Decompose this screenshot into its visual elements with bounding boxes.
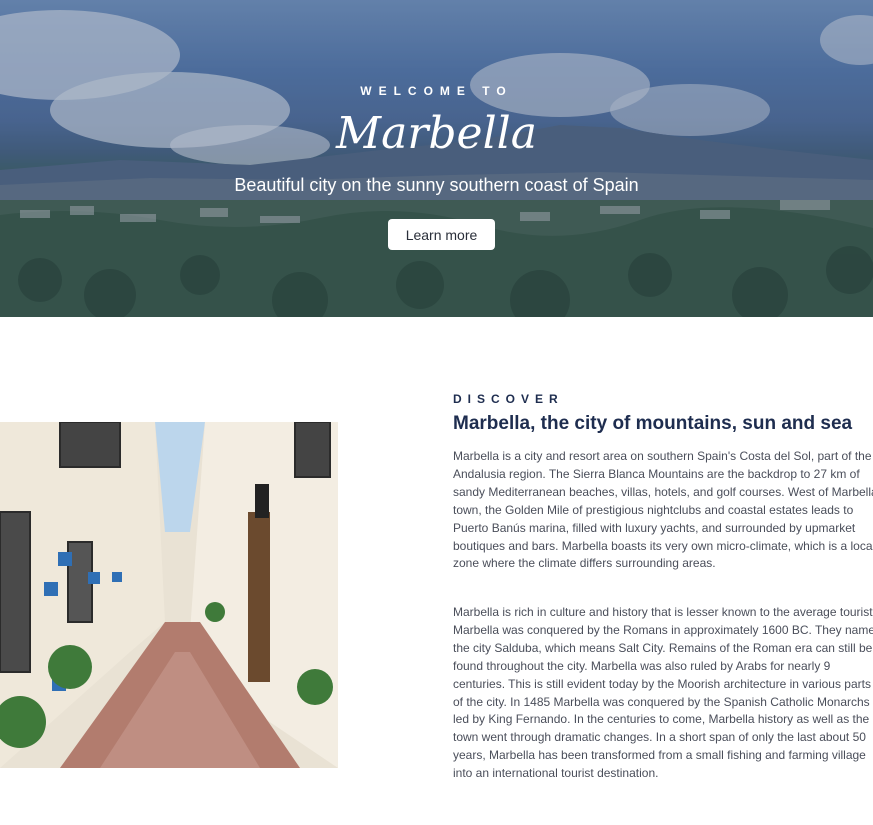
history-paragraph: Marbella is rich in culture and history … <box>453 605 873 781</box>
section-eyebrow: DISCOVER <box>453 392 564 406</box>
intro-paragraph: Marbella is a city and resort area on so… <box>453 449 873 571</box>
learn-more-button[interactable]: Learn more <box>388 219 495 250</box>
marbella-street-image <box>0 422 338 768</box>
street-photo <box>0 422 338 768</box>
hero-subtitle: Beautiful city on the sunny southern coa… <box>234 175 639 195</box>
hero-title: Marbella <box>336 108 537 159</box>
hero-eyebrow: WELCOME TO <box>360 84 513 98</box>
section-title: Marbella, the city of mountains, sun and… <box>453 413 853 434</box>
hero-banner: WELCOME TO Marbella Beautiful city on th… <box>0 0 873 317</box>
